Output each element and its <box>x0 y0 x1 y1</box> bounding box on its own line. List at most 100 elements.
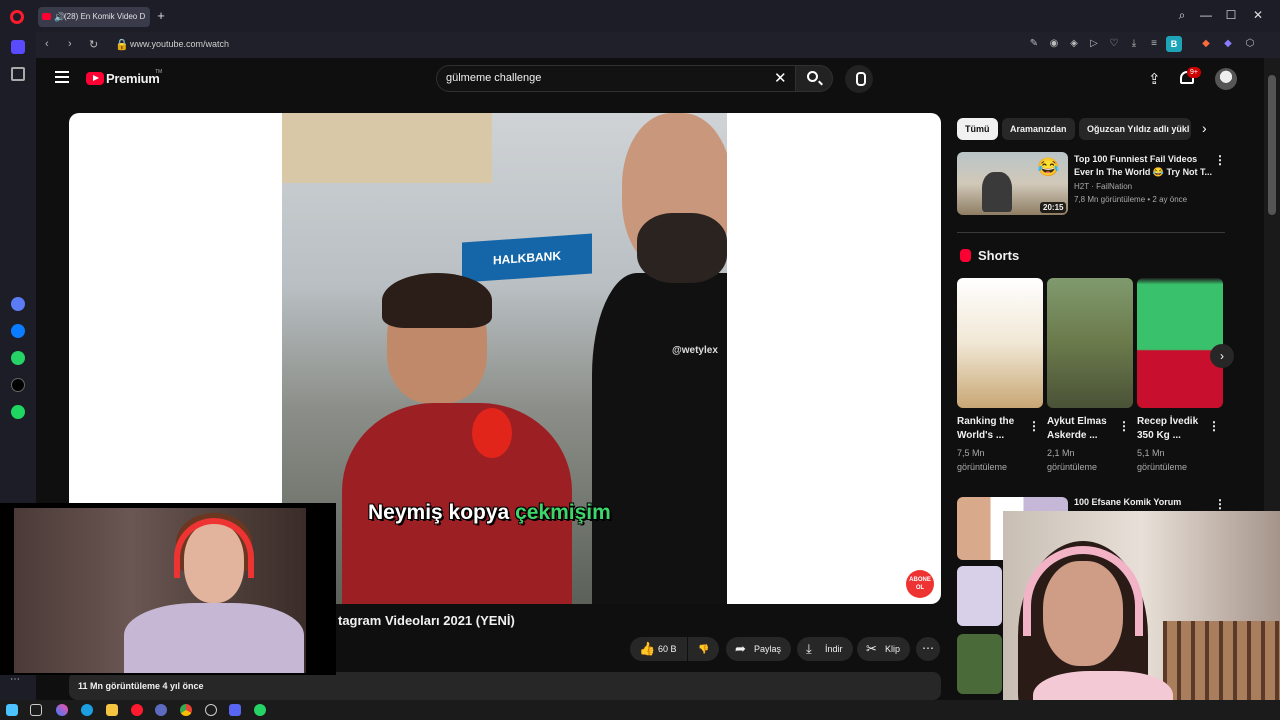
subscribe-badge[interactable]: ABONE OL <box>906 570 934 598</box>
like-button[interactable]: 👍 60 B <box>630 637 687 661</box>
recommended-title[interactable]: Top 100 Funniest Fail Videos Ever In The… <box>1074 153 1214 179</box>
edit-icon[interactable]: ✎ <box>1028 38 1040 50</box>
app-icon[interactable] <box>155 704 167 716</box>
view-count: 11 Mn görüntüleme 4 yıl önce <box>78 681 204 691</box>
x-icon[interactable] <box>11 378 25 392</box>
windows-taskbar <box>0 700 1280 720</box>
extension-icon[interactable]: ◆ <box>1222 38 1234 50</box>
share-label: Paylaş <box>754 644 782 654</box>
microphone-shape <box>472 408 512 458</box>
more-options-icon[interactable]: ⋮ <box>1118 419 1130 433</box>
search-input[interactable]: gülmeme challenge <box>446 72 541 84</box>
download-button[interactable]: ⤓ İndir <box>797 637 853 661</box>
video-subtitle: Neymiş kopya çekmişim <box>368 501 611 525</box>
chrome-icon[interactable] <box>180 704 192 716</box>
chip-channel[interactable]: Oğuzcan Yıldız adlı yükl <box>1079 118 1191 140</box>
more-options-icon[interactable]: ⋮ <box>1214 153 1226 167</box>
short-title[interactable]: Recep İvedik 350 Kg ... <box>1137 415 1209 443</box>
youtube-premium-logo[interactable]: Premium <box>106 71 160 86</box>
copilot-icon[interactable] <box>56 704 68 716</box>
aria-icon[interactable] <box>11 297 25 311</box>
close-window-button[interactable]: ✕ <box>1248 8 1268 22</box>
upload-icon[interactable]: ⇪ <box>1148 70 1161 88</box>
whatsapp-icon[interactable] <box>11 351 25 365</box>
extension-icon[interactable]: ◆ <box>1200 38 1212 50</box>
opera-logo-icon[interactable] <box>10 10 24 24</box>
download-icon[interactable]: ⤓ <box>1128 38 1140 50</box>
opera-icon[interactable] <box>131 704 143 716</box>
windows-start-icon[interactable] <box>6 704 18 716</box>
more-options-icon[interactable]: ⋮ <box>1214 497 1226 511</box>
browser-tab[interactable]: 🔊 (28) En Komik Video D <box>38 7 150 27</box>
spotify-icon[interactable] <box>11 405 25 419</box>
download-label: İndir <box>825 644 843 654</box>
scissors-icon: ✂ <box>866 641 877 656</box>
new-tab-button[interactable]: + <box>154 9 168 23</box>
task-view-icon[interactable] <box>30 704 42 716</box>
reload-button[interactable]: ↻ <box>89 38 98 51</box>
menu-lines-icon[interactable]: ≡ <box>1148 38 1160 50</box>
shorts-logo-icon <box>960 249 971 262</box>
url-field[interactable]: www.youtube.com/watch <box>130 39 229 49</box>
search-tabs-icon[interactable]: ⌕ <box>1172 8 1192 23</box>
recommended-channel[interactable]: H2T · FailNation <box>1074 182 1132 191</box>
chip-from-search[interactable]: Aramanızdan <box>1002 118 1075 140</box>
dislike-button[interactable]: 👎 <box>688 637 720 661</box>
more-options-icon[interactable]: ⋮ <box>1208 419 1220 433</box>
video-watermark: @wetylex <box>672 345 718 356</box>
short-thumbnail[interactable] <box>1137 278 1223 408</box>
short-title[interactable]: Ranking the World's ... <box>957 415 1029 443</box>
chevron-right-icon[interactable]: › <box>1202 120 1207 136</box>
obs-icon[interactable] <box>205 704 217 716</box>
more-icon[interactable]: ⋯ <box>10 674 20 685</box>
short-thumbnail[interactable] <box>1047 278 1133 408</box>
heart-icon[interactable]: ♡ <box>1108 38 1120 50</box>
avatar[interactable] <box>1215 68 1237 90</box>
play-icon[interactable]: ▷ <box>1088 38 1100 50</box>
shield-icon[interactable]: ◈ <box>1068 38 1080 50</box>
clear-search-icon[interactable]: ✕ <box>774 69 787 87</box>
voice-search-icon[interactable] <box>845 65 873 93</box>
youtube-logo-icon[interactable] <box>86 72 104 85</box>
clip-button[interactable]: ✂ Klip <box>857 637 911 661</box>
thumbs-down-icon: 👎 <box>698 644 710 654</box>
short-thumbnail[interactable] <box>957 278 1043 408</box>
home-icon[interactable] <box>11 40 25 54</box>
short-views: 2,1 Mn görüntüleme <box>1047 448 1098 472</box>
cube-icon[interactable]: ⬡ <box>1244 38 1256 50</box>
laughing-emoji-icon: 😂 <box>1037 157 1060 177</box>
chip-all[interactable]: Tümü <box>957 118 998 140</box>
share-button[interactable]: ➦ Paylaş <box>726 637 792 661</box>
tab-title: (28) En Komik Video D <box>64 12 146 21</box>
short-title[interactable]: Aykut Elmas Askerde ... <box>1047 415 1119 443</box>
recommended-thumbnail[interactable] <box>957 566 1002 626</box>
maximize-button[interactable]: ☐ <box>1221 8 1241 22</box>
thumbs-up-icon: 👍 <box>639 641 656 656</box>
more-actions-icon[interactable]: ⋯ <box>916 637 940 661</box>
video-duration: 20:15 <box>1040 202 1067 213</box>
file-explorer-icon[interactable] <box>106 704 118 716</box>
forward-button[interactable]: › <box>68 38 72 50</box>
download-arrow-icon: ⤓ <box>806 641 812 656</box>
recommended-meta: 7,8 Mn görüntüleme • 2 ay önce <box>1074 195 1188 204</box>
whatsapp-taskbar-icon[interactable] <box>254 704 266 716</box>
minimize-button[interactable]: — <box>1196 8 1216 22</box>
recommended-thumbnail[interactable] <box>957 634 1002 694</box>
video-title: tagram Videoları 2021 (YENİ) <box>338 613 515 628</box>
camera-icon[interactable]: ◉ <box>1048 38 1060 50</box>
shorts-next-icon[interactable]: › <box>1210 344 1234 368</box>
scrollbar-thumb[interactable] <box>1268 75 1276 215</box>
discord-icon[interactable] <box>229 704 241 716</box>
search-icon[interactable] <box>807 71 818 82</box>
more-options-icon[interactable]: ⋮ <box>1028 419 1040 433</box>
like-count: 60 B <box>658 644 677 654</box>
star-icon[interactable] <box>11 67 25 81</box>
back-button[interactable]: ‹ <box>45 38 49 50</box>
speaker-icon[interactable]: 🔊 <box>54 7 65 27</box>
edge-icon[interactable] <box>81 704 93 716</box>
messenger-icon[interactable] <box>11 324 25 338</box>
hamburger-menu-icon[interactable] <box>55 71 69 83</box>
recommended-title[interactable]: 100 Efsane Komik Yorum <box>1074 497 1181 507</box>
account-icon[interactable]: B <box>1166 36 1182 52</box>
share-icon: ➦ <box>735 641 746 656</box>
